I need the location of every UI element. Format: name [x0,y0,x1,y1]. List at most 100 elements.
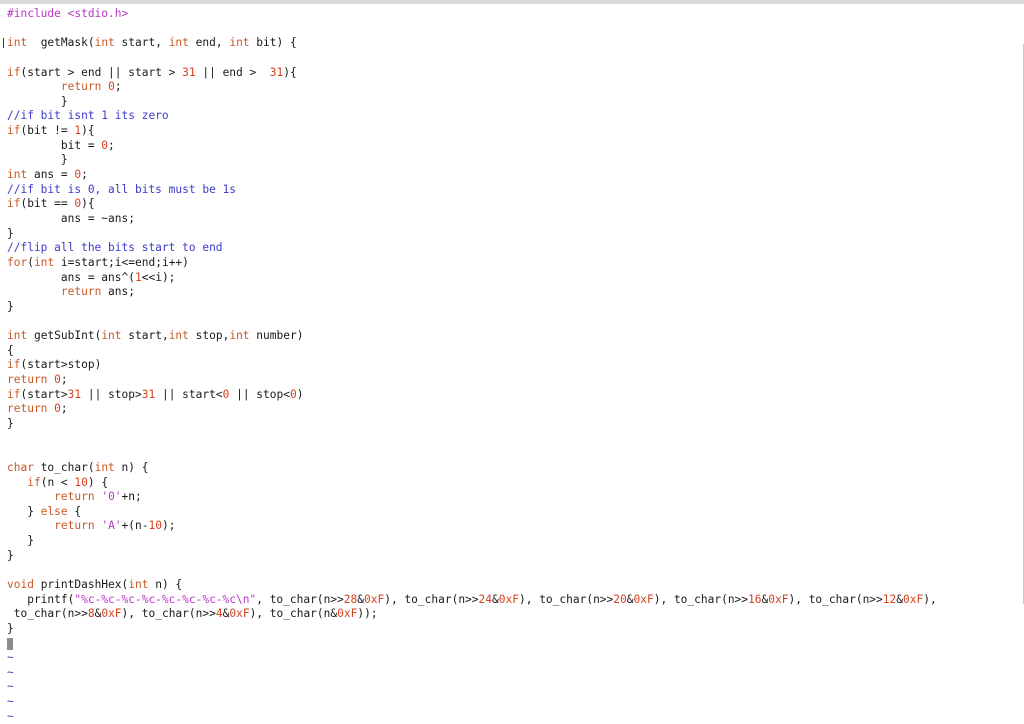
number-token: 0 [54,402,61,416]
code-line[interactable]: } else { [7,505,1017,520]
number-token: 10 [74,475,88,489]
code-editor[interactable]: #include <stdio.h> int getMask(int start… [7,7,1017,723]
code-line[interactable] [7,563,1017,578]
number-token: 20 [613,592,627,606]
code-line[interactable]: } [7,622,1017,637]
code-line[interactable]: return 'A'+(n-10); [7,519,1017,534]
code-line[interactable]: { [7,344,1017,359]
code-line[interactable] [7,51,1017,66]
code-line[interactable]: return ans; [7,285,1017,300]
code-line[interactable]: } [7,227,1017,242]
keyword-token: return [60,285,102,299]
code-text: ; [108,138,115,152]
keyword-token: if [7,387,21,401]
code-text: ans = ~ans; [7,211,135,225]
number-token: 28 [343,592,358,606]
code-text: ){ [81,124,95,138]
code-line[interactable]: ~ [7,680,1017,695]
keyword-token: char [7,460,34,474]
code-line[interactable] [7,446,1017,461]
code-line[interactable]: ~ [7,651,1017,666]
code-line[interactable]: for(int i=start;i<=end;i++) [7,256,1017,271]
code-line[interactable]: return 0; [7,402,1017,417]
number-token: 31 [269,65,284,79]
code-text: ; [60,402,68,416]
code-text: (bit != [20,124,75,138]
code-text: n) { [114,460,149,474]
code-line[interactable]: if(start > end || start > 31 || end > 31… [7,66,1017,81]
keyword-token: if [7,124,21,138]
code-line[interactable]: if(n < 10) { [7,476,1017,491]
code-line[interactable]: ~ [7,710,1017,724]
code-line[interactable] [7,22,1017,37]
text-cursor [7,637,13,650]
empty-line-tilde: ~ [7,709,14,723]
code-line[interactable] [7,314,1017,329]
code-line[interactable]: ~ [7,666,1017,681]
code-text: stop, [188,329,230,343]
code-line[interactable]: //if bit is 0, all bits must be 1s [7,183,1017,198]
code-text: { [67,504,82,518]
code-text: (n < [40,475,75,489]
code-line[interactable]: return 0; [7,373,1017,388]
code-text: n) { [148,577,183,591]
code-line[interactable]: int ans = 0; [7,168,1017,183]
code-line[interactable]: //flip all the bits start to end [7,241,1017,256]
empty-line-tilde: ~ [7,665,14,679]
code-line[interactable]: ans = ~ans; [7,212,1017,227]
code-line[interactable]: if(start>31 || stop>31 || start<0 || sto… [7,388,1017,403]
code-line[interactable] [7,432,1017,447]
code-line[interactable]: void printDashHex(int n) { [7,578,1017,593]
code-text: ), to_char(n& [249,607,338,621]
code-text: } [7,299,14,313]
code-line[interactable]: return '0'+n; [7,490,1017,505]
code-line[interactable]: } [7,300,1017,315]
code-text: ) { [87,475,109,489]
code-line[interactable]: bit = 0; [7,139,1017,154]
code-line[interactable] [7,637,1017,652]
code-text: { [7,343,14,357]
code-line[interactable]: printf("%c-%c-%c-%c-%c-%c-%c-%c\n", to_c… [7,593,1017,608]
code-line[interactable]: } [7,95,1017,110]
code-line[interactable]: if(bit == 0){ [7,197,1017,212]
code-line[interactable]: #include <stdio.h> [7,7,1017,22]
code-text: ; [60,373,68,387]
code-line[interactable]: return 0; [7,80,1017,95]
code-line[interactable]: } [7,153,1017,168]
keyword-token: if [7,358,21,372]
code-line[interactable]: if(bit != 1){ [7,124,1017,139]
preprocessor-token: #include <stdio.h> [7,7,129,20]
code-line[interactable]: if(start>stop) [7,358,1017,373]
code-line[interactable]: int getSubInt(int start,int stop,int num… [7,329,1017,344]
keyword-token: else [40,504,68,518]
code-line[interactable]: } [7,549,1017,564]
keyword-token: int [7,329,28,343]
code-line[interactable]: //if bit isnt 1 its zero [7,109,1017,124]
code-line[interactable]: } [7,417,1017,432]
keyword-token: if [7,65,21,79]
code-line[interactable]: } [7,534,1017,549]
keyword-token: if [7,197,21,211]
code-text: +(n- [121,519,149,533]
code-line[interactable]: char to_char(int n) { [7,461,1017,476]
number-token: 0 [108,80,115,94]
keyword-token: return [60,80,102,94]
code-text: & [896,592,904,606]
code-line[interactable]: to_char(n>>8&0xF), to_char(n>>4&0xF), to… [7,607,1017,622]
keyword-token: for [7,255,28,269]
code-text: } [7,153,68,167]
code-text: } [7,226,14,240]
code-text: , to_char(n>> [256,592,344,606]
number-token: 10 [148,519,162,533]
keyword-token: return [54,519,95,533]
number-token: 31 [67,387,82,401]
code-line[interactable]: ans = ans^(1<<i); [7,271,1017,286]
code-line[interactable]: int getMask(int start, int end, int bit)… [7,36,1017,51]
code-line[interactable]: ~ [7,695,1017,710]
string-token: 'A' [101,519,122,533]
code-text: )); [357,607,378,621]
number-token: 0xF [903,592,924,606]
